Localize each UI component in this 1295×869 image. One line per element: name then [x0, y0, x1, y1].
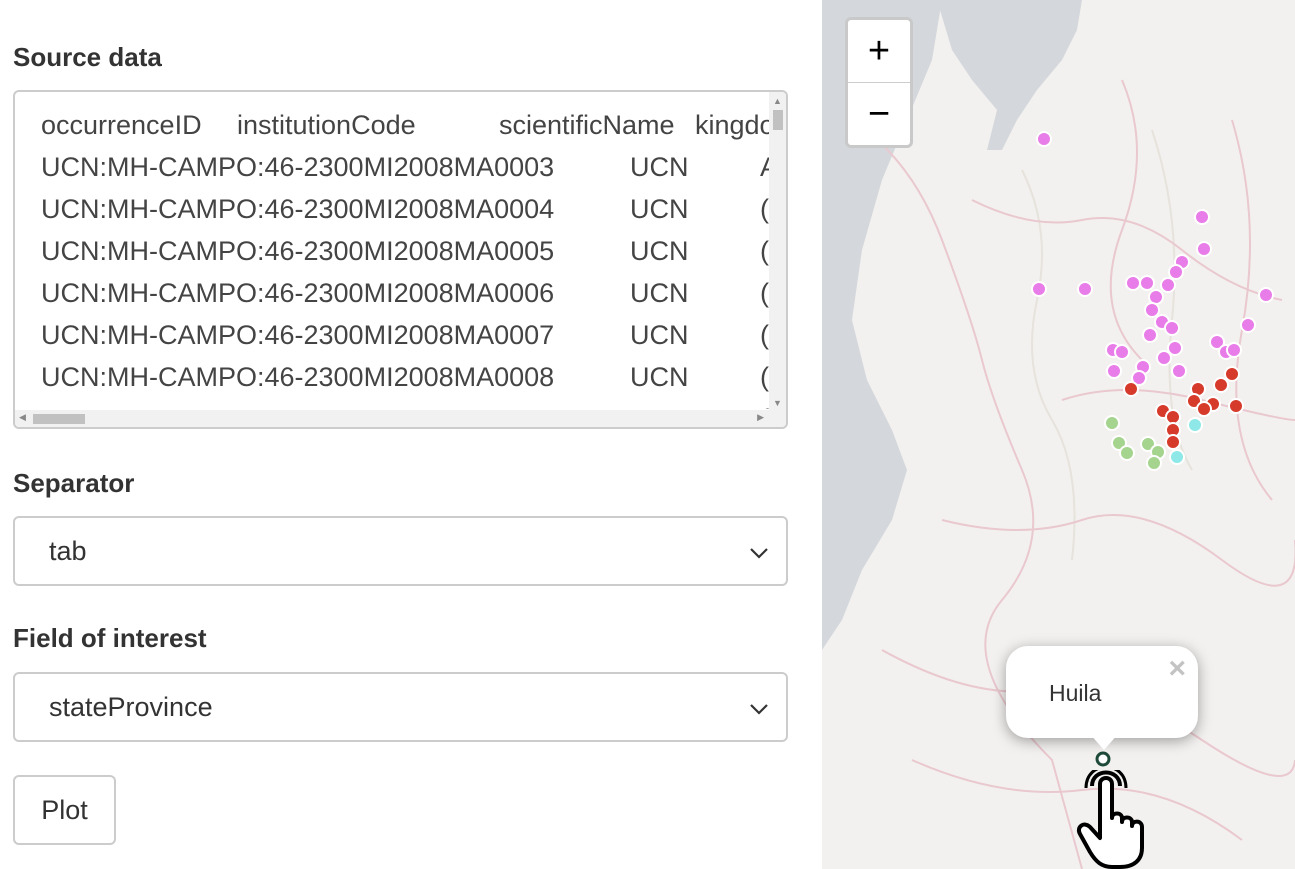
data-cell: (	[760, 362, 769, 392]
data-row: UCN:MH-CAMPO:46-2300MI2008MA0004 UCN (	[41, 188, 771, 230]
data-row: UCN:MH-CAMPO:46-2300MI2008MA0009 UCN (	[41, 398, 771, 409]
data-cell: UCN:MH-CAMPO:46-2300MI2008MA0009	[41, 398, 554, 409]
scroll-up-arrow-icon[interactable]: ▲	[773, 96, 782, 106]
chevron-down-icon	[750, 704, 768, 715]
separator-label: Separator	[13, 468, 135, 498]
separator-value: tab	[49, 536, 87, 566]
data-row: UCN:MH-CAMPO:46-2300MI2008MA0007 UCN (	[41, 314, 771, 356]
field-of-interest-value: stateProvince	[49, 692, 213, 722]
map-popup: Huila ×	[1006, 646, 1198, 738]
data-cell: UCN	[630, 278, 689, 308]
hand-pointer-icon	[1077, 770, 1144, 869]
data-cell: UCN:MH-CAMPO:46-2300MI2008MA0005	[41, 236, 555, 266]
vertical-scrollbar[interactable]: ▲ ▼	[769, 92, 786, 410]
plot-button[interactable]: Plot	[13, 775, 116, 845]
input-panel: Source data occurrenceID institutionCode…	[0, 0, 822, 869]
data-cell: UCN	[630, 152, 689, 182]
zoom-out-button[interactable]: −	[848, 83, 910, 145]
data-row: UCN:MH-CAMPO:46-2300MI2008MA0008 UCN (	[41, 356, 771, 398]
source-data-content: occurrenceID institutionCode scientificN…	[41, 104, 771, 409]
data-cell: UCN:MH-CAMPO:46-2300MI2008MA0004	[41, 194, 555, 224]
data-row: UCN:MH-CAMPO:46-2300MI2008MA0006 UCN (	[41, 272, 771, 314]
header-cell: scientificName	[499, 110, 675, 140]
field-of-interest-select[interactable]: stateProvince	[13, 672, 788, 742]
data-cell: (	[760, 236, 769, 266]
data-cell: UCN:MH-CAMPO:46-2300MI2008MA0007	[41, 320, 555, 350]
field-of-interest-label: Field of interest	[13, 623, 207, 653]
header-cell: kingdo	[695, 110, 771, 140]
data-cell: (	[760, 278, 769, 308]
popup-tip	[1090, 734, 1118, 750]
horizontal-scroll-thumb[interactable]	[33, 414, 85, 424]
zoom-in-button[interactable]: +	[848, 20, 910, 83]
data-cell: UCN	[630, 320, 689, 350]
chevron-down-icon	[750, 548, 768, 559]
data-cell: (	[760, 194, 769, 224]
map[interactable]: + − Huila ×	[822, 0, 1295, 869]
zoom-control: + −	[845, 17, 913, 148]
source-data-textarea[interactable]: occurrenceID institutionCode scientificN…	[13, 90, 788, 429]
vertical-scroll-thumb[interactable]	[773, 110, 783, 130]
data-cell: UCN:MH-CAMPO:46-2300MI2008MA0008	[41, 362, 555, 392]
scroll-right-arrow-icon[interactable]: ▶	[757, 412, 764, 423]
data-row: UCN:MH-CAMPO:46-2300MI2008MA0003 UCN A	[41, 146, 771, 188]
header-cell: institutionCode	[237, 110, 416, 140]
data-cell: UCN	[630, 362, 689, 392]
data-cell: UCN	[630, 398, 689, 409]
data-row: UCN:MH-CAMPO:46-2300MI2008MA0005 UCN (	[41, 230, 771, 272]
data-cell: (	[760, 320, 769, 350]
data-cell: UCN:MH-CAMPO:46-2300MI2008MA0006	[41, 278, 555, 308]
data-cell: (	[760, 398, 769, 409]
data-cell: UCN:MH-CAMPO:46-2300MI2008MA0003	[41, 152, 555, 182]
source-data-label: Source data	[13, 42, 162, 72]
header-row: occurrenceID institutionCode scientificN…	[41, 104, 771, 146]
close-icon[interactable]: ×	[1168, 652, 1186, 686]
header-cell: occurrenceID	[41, 110, 202, 140]
scroll-down-arrow-icon[interactable]: ▼	[773, 398, 782, 408]
data-cell: UCN	[630, 194, 689, 224]
popup-text: Huila	[1049, 680, 1102, 706]
data-cell: UCN	[630, 236, 689, 266]
scroll-left-arrow-icon[interactable]: ◀	[19, 412, 26, 423]
horizontal-scrollbar[interactable]: ◀ ▶	[15, 410, 786, 427]
separator-select[interactable]: tab	[13, 516, 788, 586]
